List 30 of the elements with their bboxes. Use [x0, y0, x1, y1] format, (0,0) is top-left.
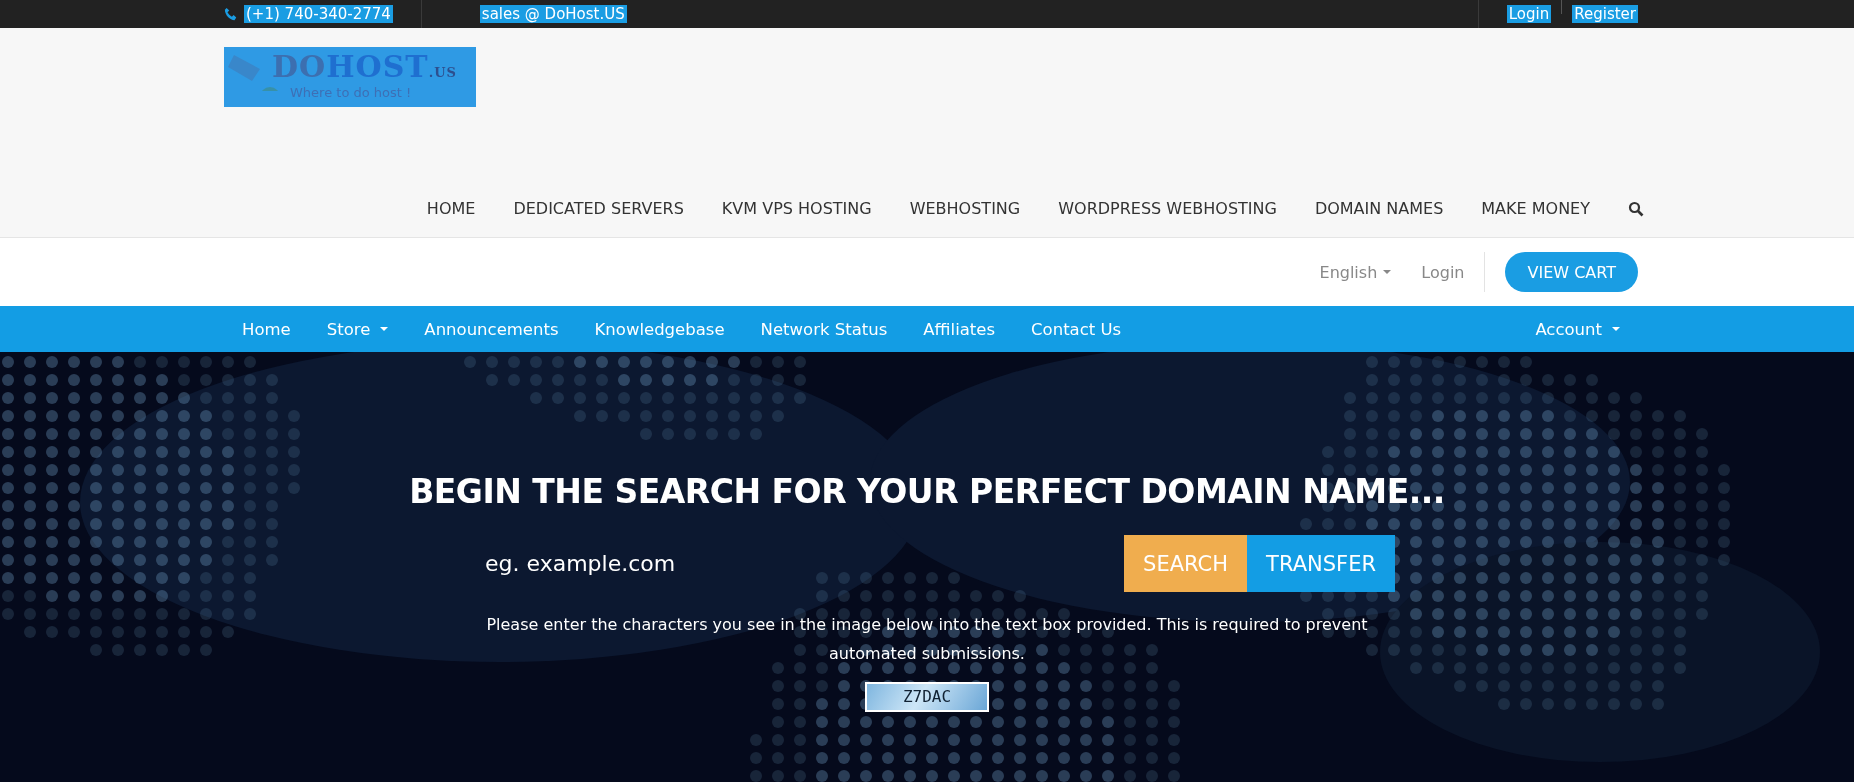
transfer-button[interactable]: TRANSFER — [1247, 535, 1395, 592]
login-link[interactable]: Login — [1421, 262, 1465, 282]
account-link[interactable]: Login — [1506, 5, 1552, 23]
domain-search-field[interactable]: eg. example.com — [459, 535, 1125, 592]
nav-link[interactable]: Affiliates — [923, 319, 996, 339]
main-nav-link[interactable]: HOME — [426, 199, 476, 218]
nav-link[interactable]: Network Status — [760, 319, 888, 339]
nav-link[interactable]: Home — [242, 319, 291, 339]
captcha-image: Z7DAC — [865, 682, 989, 712]
main-nav-link[interactable]: DOMAIN NAMES — [1314, 199, 1444, 218]
nav-link[interactable]: Contact Us — [1031, 319, 1122, 339]
email-link[interactable]: sales @ DoHost.US — [479, 5, 627, 23]
nav-link[interactable]: Knowledgebase — [594, 319, 725, 339]
phone-number: (+1) 740-340-2774 — [244, 5, 393, 23]
main-nav-link[interactable]: WORDPRESS WEBHOSTING — [1058, 199, 1277, 218]
captcha-notice: Please enter the characters you see in the image below into the text box provided. This is required to prevent automated submissions. — [485, 614, 1369, 665]
hero-title: BEGIN THE SEARCH FOR YOUR PERFECT DOMAIN NAME... — [409, 472, 1445, 511]
main-nav-link[interactable]: WEBHOSTING — [909, 199, 1021, 218]
main-nav-link[interactable]: DEDICATED SERVERS — [513, 199, 684, 218]
nav-dropdown[interactable]: Account — [1535, 319, 1620, 339]
search-icon[interactable] — [1628, 200, 1644, 217]
account-link[interactable]: Register — [1572, 5, 1638, 23]
view-cart-button[interactable]: VIEW CART — [1505, 252, 1638, 292]
nav-link[interactable]: Announcements — [424, 319, 559, 339]
main-nav-link[interactable]: KVM VPS HOSTING — [721, 199, 872, 218]
main-nav-link[interactable]: MAKE MONEY — [1481, 199, 1590, 218]
search-button[interactable]: SEARCH — [1124, 535, 1248, 592]
phone-icon — [224, 7, 238, 21]
language-dropdown[interactable]: English — [1319, 262, 1392, 282]
nav-dropdown[interactable]: Store — [326, 319, 389, 339]
